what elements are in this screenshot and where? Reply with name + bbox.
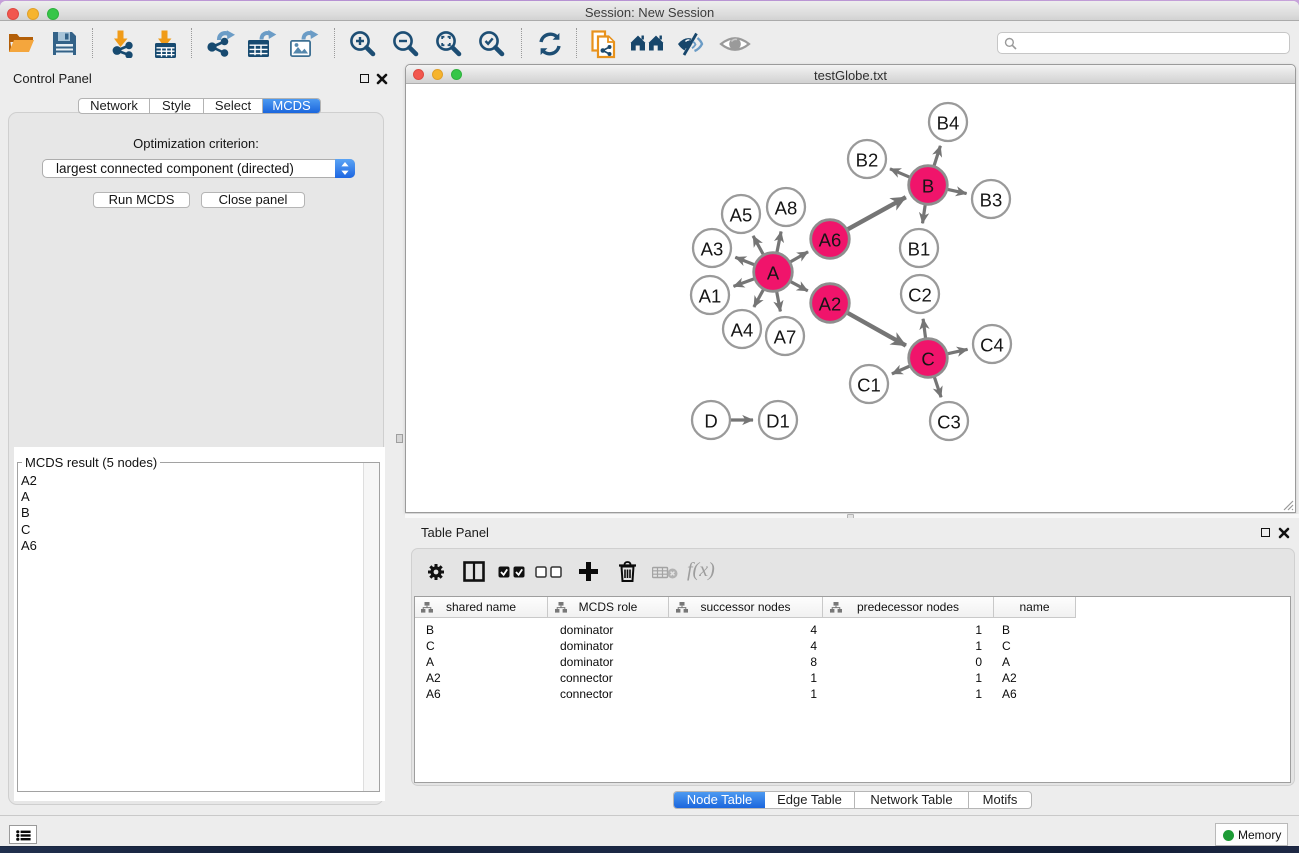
svg-text:B3: B3 (980, 190, 1003, 211)
svg-text:D1: D1 (766, 411, 790, 432)
svg-text:C1: C1 (857, 375, 881, 396)
svg-text:A7: A7 (774, 327, 797, 348)
svg-text:A6: A6 (819, 230, 842, 251)
svg-text:B4: B4 (937, 113, 960, 134)
svg-text:A5: A5 (730, 205, 753, 226)
svg-text:A1: A1 (699, 286, 722, 307)
svg-text:A3: A3 (701, 239, 724, 260)
svg-text:D: D (704, 411, 717, 432)
svg-text:A8: A8 (775, 198, 798, 219)
svg-text:B2: B2 (856, 150, 879, 171)
svg-text:C3: C3 (937, 412, 961, 433)
svg-text:B1: B1 (908, 239, 931, 260)
svg-text:A: A (767, 263, 780, 284)
svg-text:C2: C2 (908, 285, 932, 306)
svg-text:C: C (921, 349, 934, 370)
svg-text:B: B (922, 176, 934, 197)
svg-text:A4: A4 (731, 320, 754, 341)
svg-text:A2: A2 (819, 294, 842, 315)
svg-text:C4: C4 (980, 335, 1004, 356)
